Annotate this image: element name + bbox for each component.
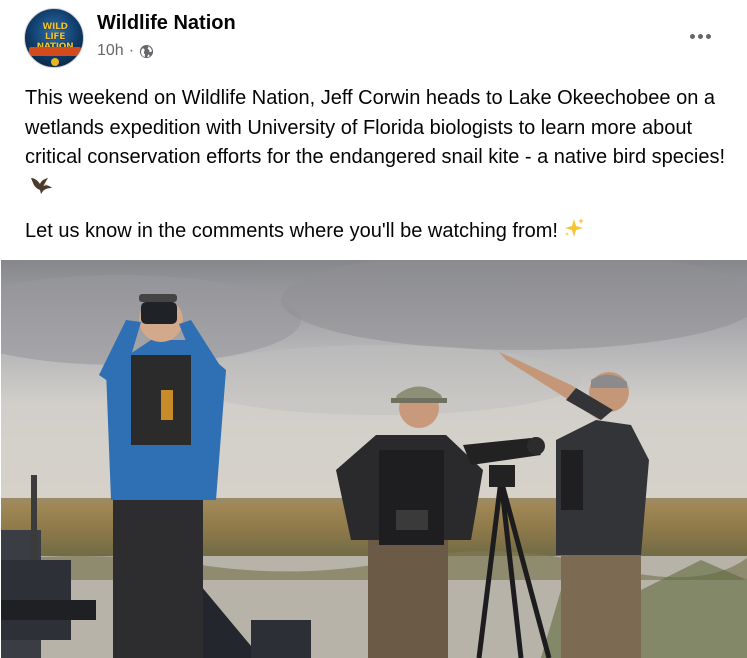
post-text: This weekend on Wildlife Nation, Jeff Co… bbox=[25, 84, 725, 250]
post-photo[interactable] bbox=[1, 260, 747, 658]
photo-scene bbox=[1, 260, 747, 658]
post-paragraph-1: This weekend on Wildlife Nation, Jeff Co… bbox=[25, 84, 725, 205]
bird-emoji-icon bbox=[29, 174, 55, 206]
avatar-logo-band bbox=[29, 47, 81, 56]
meta-separator: · bbox=[128, 42, 135, 59]
post-meta: 10h · bbox=[97, 42, 154, 60]
more-options-icon[interactable] bbox=[682, 22, 718, 50]
page-avatar[interactable]: WILDLIFENATION bbox=[24, 8, 84, 68]
globe-icon[interactable] bbox=[139, 44, 154, 59]
sparkles-emoji-icon bbox=[562, 216, 586, 250]
page-name-link[interactable]: Wildlife Nation bbox=[97, 12, 236, 35]
post-header: WILDLIFENATION Wildlife Nation 10h · bbox=[0, 0, 747, 75]
post-paragraph-2: Let us know in the comments where you'll… bbox=[25, 216, 725, 250]
facebook-post: WILDLIFENATION Wildlife Nation 10h · Thi… bbox=[0, 0, 747, 658]
avatar-logo-dot bbox=[51, 58, 59, 66]
post-timestamp[interactable]: 10h bbox=[97, 42, 124, 60]
post-paragraph-1-text: This weekend on Wildlife Nation, Jeff Co… bbox=[25, 87, 725, 168]
post-paragraph-2-text: Let us know in the comments where you'll… bbox=[25, 220, 558, 242]
